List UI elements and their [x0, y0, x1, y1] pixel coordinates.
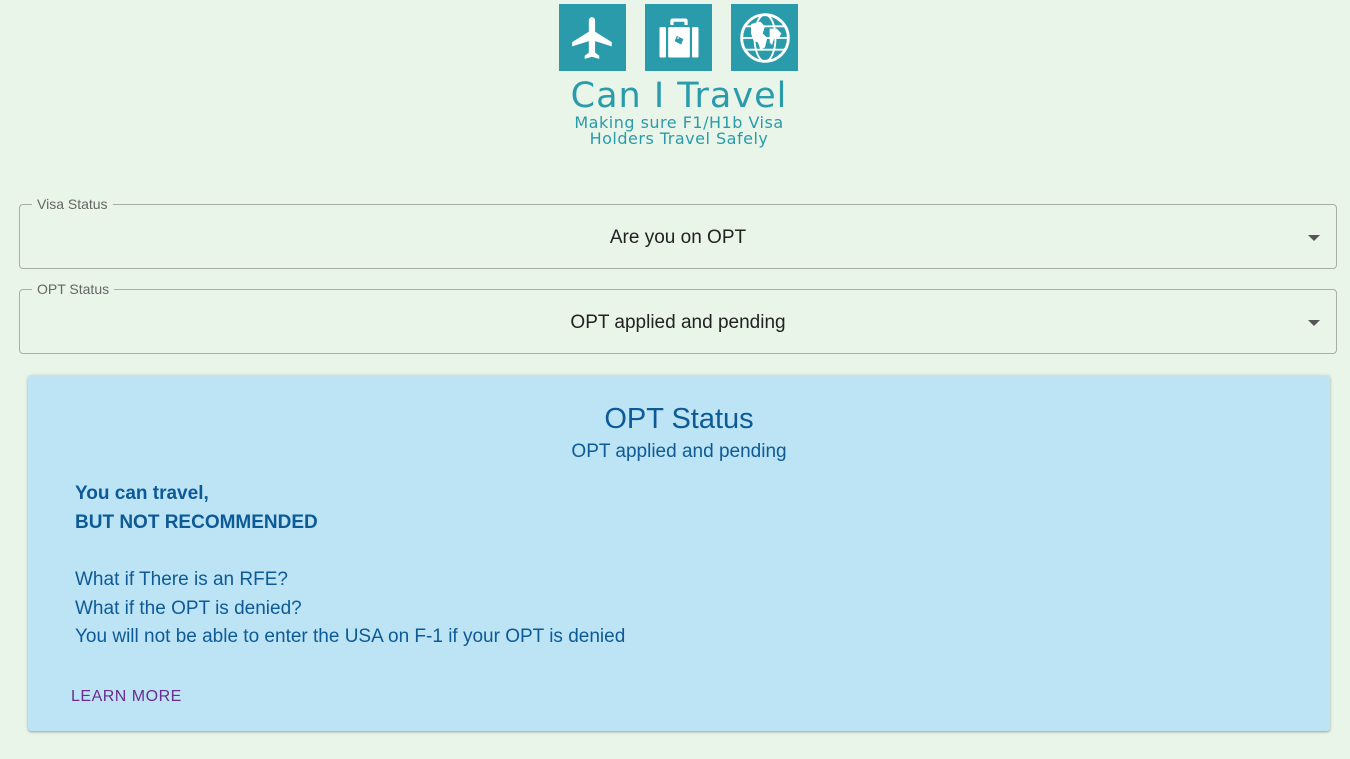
result-card: OPT Status OPT applied and pending You c…	[28, 375, 1330, 731]
globe-icon	[731, 4, 798, 71]
learn-more-button[interactable]: LEARN MORE	[71, 687, 182, 707]
card-subtitle: OPT applied and pending	[571, 441, 787, 462]
logo-tiles	[559, 4, 799, 71]
visa-status-value: Are you on OPT	[609, 227, 747, 248]
logo-title: Can I Travel	[570, 76, 788, 116]
card-title: OPT Status	[604, 403, 754, 435]
card-body: You can travel, BUT NOT RECOMMENDED What…	[75, 479, 625, 652]
note-entry-warning: You will not be able to enter the USA on…	[75, 626, 626, 647]
chevron-down-icon[interactable]	[1308, 235, 1320, 241]
chevron-down-icon[interactable]	[1308, 320, 1320, 326]
opt-status-label: OPT Status	[32, 281, 115, 297]
visa-status-label: Visa Status	[32, 196, 113, 212]
verdict-line-2: BUT NOT RECOMMENDED	[75, 512, 318, 533]
note-denied: What if the OPT is denied?	[75, 597, 302, 619]
verdict-line-1: You can travel,	[75, 483, 209, 504]
app-logo: Can I Travel Making sure F1/H1b Visa Hol…	[559, 4, 799, 156]
note-rfe: What if There is an RFE?	[75, 569, 288, 590]
airplane-icon	[559, 4, 626, 71]
suitcase-icon	[645, 4, 712, 71]
visa-status-select[interactable]: Visa Status Are you on OPT	[19, 196, 1337, 269]
page: Can I Travel Making sure F1/H1b Visa Hol…	[0, 0, 1350, 759]
logo-subtitle-line2: Holders Travel Safely	[589, 129, 769, 148]
opt-status-value: OPT applied and pending	[570, 312, 786, 333]
opt-status-select[interactable]: OPT Status OPT applied and pending	[19, 281, 1337, 354]
